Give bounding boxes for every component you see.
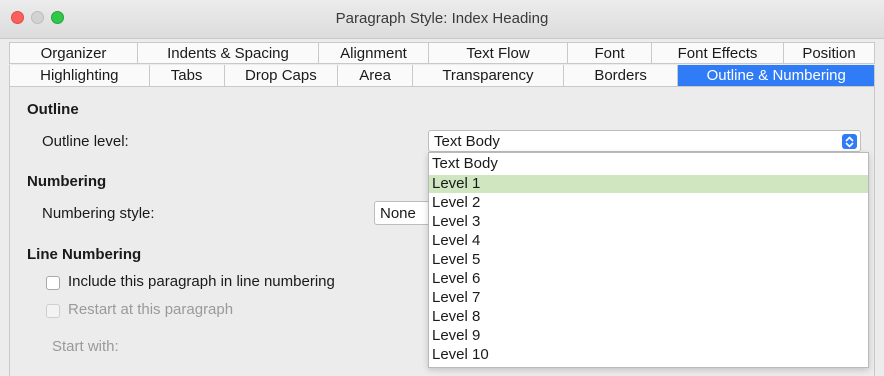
dropdown-option-level-9[interactable]: Level 9 [429, 327, 868, 345]
dropdown-option-text-body[interactable]: Text Body [429, 155, 868, 173]
tab-highlighting[interactable]: Highlighting [10, 65, 150, 86]
include-line-numbering-checkbox[interactable] [46, 276, 60, 290]
dialog-window: Paragraph Style: Index Heading Organizer… [0, 0, 884, 376]
outline-level-value: Text Body [434, 132, 500, 150]
tab-font-effects[interactable]: Font Effects [652, 43, 784, 63]
numbering-style-value: None [380, 204, 416, 222]
dropdown-option-level-10[interactable]: Level 10 [429, 346, 868, 364]
dropdown-option-level-1[interactable]: Level 1 [429, 175, 868, 193]
numbering-style-label: Numbering style: [42, 205, 155, 222]
dropdown-option-level-3[interactable]: Level 3 [429, 213, 868, 231]
title-bar[interactable]: Paragraph Style: Index Heading [0, 0, 884, 39]
tab-outline-numbering[interactable]: Outline & Numbering [678, 65, 874, 86]
tab-row-1: Organizer Indents & Spacing Alignment Te… [9, 42, 875, 64]
dropdown-option-level-6[interactable]: Level 6 [429, 270, 868, 288]
select-stepper-icon [842, 134, 857, 149]
numbering-style-select[interactable]: None [374, 201, 434, 225]
tab-drop-caps[interactable]: Drop Caps [225, 65, 339, 86]
tab-transparency[interactable]: Transparency [413, 65, 564, 86]
dropdown-option-level-8[interactable]: Level 8 [429, 308, 868, 326]
line-numbering-section-title: Line Numbering [27, 246, 142, 263]
tab-area[interactable]: Area [338, 65, 414, 86]
tab-tabs[interactable]: Tabs [150, 65, 225, 86]
include-line-numbering-label[interactable]: Include this paragraph in line numbering [68, 273, 335, 290]
tab-font[interactable]: Font [568, 43, 652, 63]
numbering-section-title: Numbering [27, 173, 107, 190]
restart-paragraph-checkbox[interactable] [46, 304, 60, 318]
start-with-label: Start with: [52, 338, 119, 355]
outline-level-dropdown-list: Text Body Level 1 Level 2 Level 3 Level … [428, 152, 869, 368]
tab-text-flow[interactable]: Text Flow [429, 43, 568, 63]
restart-paragraph-label[interactable]: Restart at this paragraph [68, 301, 233, 318]
tab-alignment[interactable]: Alignment [319, 43, 429, 63]
tab-organizer[interactable]: Organizer [10, 43, 138, 63]
outline-level-label: Outline level: [42, 133, 129, 150]
window-title: Paragraph Style: Index Heading [335, 10, 549, 27]
dropdown-option-level-7[interactable]: Level 7 [429, 289, 868, 307]
tab-position[interactable]: Position [784, 43, 874, 63]
dropdown-option-level-5[interactable]: Level 5 [429, 251, 868, 269]
dropdown-option-level-2[interactable]: Level 2 [429, 194, 868, 212]
tab-row-2: Highlighting Tabs Drop Caps Area Transpa… [9, 65, 875, 87]
outline-section-title: Outline [27, 101, 79, 118]
tab-indents-spacing[interactable]: Indents & Spacing [138, 43, 319, 63]
outline-level-select[interactable]: Text Body [428, 130, 861, 152]
tab-borders[interactable]: Borders [564, 65, 679, 86]
dropdown-option-level-4[interactable]: Level 4 [429, 232, 868, 250]
